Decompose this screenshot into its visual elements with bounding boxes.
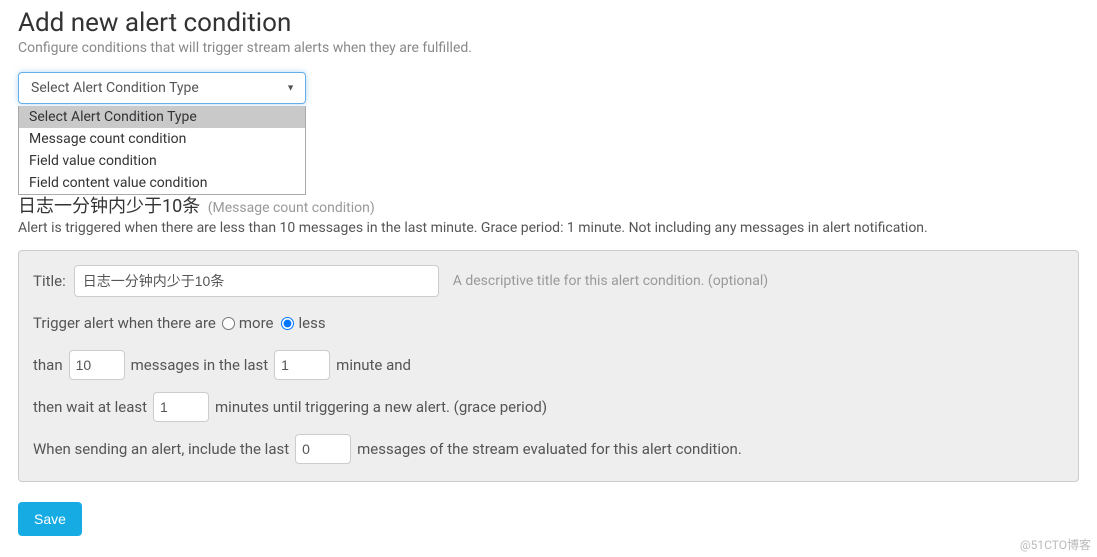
title-row: Title: A descriptive title for this aler…	[33, 265, 1064, 297]
grace-row: then wait at least minutes until trigger…	[33, 391, 1064, 423]
trigger-row: Trigger alert when there are more less	[33, 307, 1064, 339]
backlog-suffix-label: messages of the stream evaluated for thi…	[357, 433, 742, 465]
radio-more[interactable]	[222, 317, 235, 330]
minute-and-label: minute and	[336, 349, 411, 381]
radio-less-label: less	[298, 307, 325, 339]
page-subtitle: Configure conditions that will trigger s…	[18, 40, 1079, 56]
option-placeholder[interactable]: Select Alert Condition Type	[19, 106, 305, 128]
page-title: Add new alert condition	[18, 8, 1079, 38]
condition-title-line: 日志一分钟内少于10条 (Message count condition)	[18, 192, 1079, 218]
title-label: Title:	[33, 265, 66, 297]
watermark: @51CTO博客	[1020, 536, 1091, 553]
condition-type-label: (Message count condition)	[208, 200, 375, 216]
condition-type-select-wrap: Select Alert Condition Type Select Alert…	[18, 72, 306, 104]
condition-type-select[interactable]: Select Alert Condition Type	[18, 72, 306, 104]
grace-suffix-label: minutes until triggering a new alert. (g…	[215, 391, 547, 423]
condition-type-dropdown: Select Alert Condition Type Message coun…	[18, 106, 306, 195]
option-message-count[interactable]: Message count condition	[19, 128, 305, 150]
radio-more-label: more	[239, 307, 274, 339]
grace-input[interactable]	[153, 392, 209, 422]
save-button[interactable]: Save	[18, 502, 82, 536]
then-wait-label: then wait at least	[33, 391, 147, 423]
radio-more-wrap: more	[222, 307, 274, 339]
trigger-prefix: Trigger alert when there are	[33, 307, 216, 339]
than-label: than	[33, 349, 63, 381]
threshold-row: than messages in the last minute and	[33, 349, 1064, 381]
threshold-input[interactable]	[69, 350, 125, 380]
option-field-content-value[interactable]: Field content value condition	[19, 172, 305, 194]
condition-form: Title: A descriptive title for this aler…	[18, 250, 1079, 482]
condition-title: 日志一分钟内少于10条	[18, 196, 200, 217]
backlog-input[interactable]	[295, 434, 351, 464]
title-help: A descriptive title for this alert condi…	[453, 265, 768, 297]
option-field-value[interactable]: Field value condition	[19, 150, 305, 172]
radio-less-wrap: less	[281, 307, 325, 339]
condition-block: 日志一分钟内少于10条 (Message count condition) Al…	[18, 192, 1079, 482]
backlog-row: When sending an alert, include the last …	[33, 433, 1064, 465]
time-input[interactable]	[274, 350, 330, 380]
backlog-prefix-label: When sending an alert, include the last	[33, 433, 289, 465]
condition-description: Alert is triggered when there are less t…	[18, 220, 1079, 236]
messages-in-last-label: messages in the last	[131, 349, 269, 381]
radio-less[interactable]	[281, 317, 294, 330]
title-input[interactable]	[74, 265, 439, 297]
